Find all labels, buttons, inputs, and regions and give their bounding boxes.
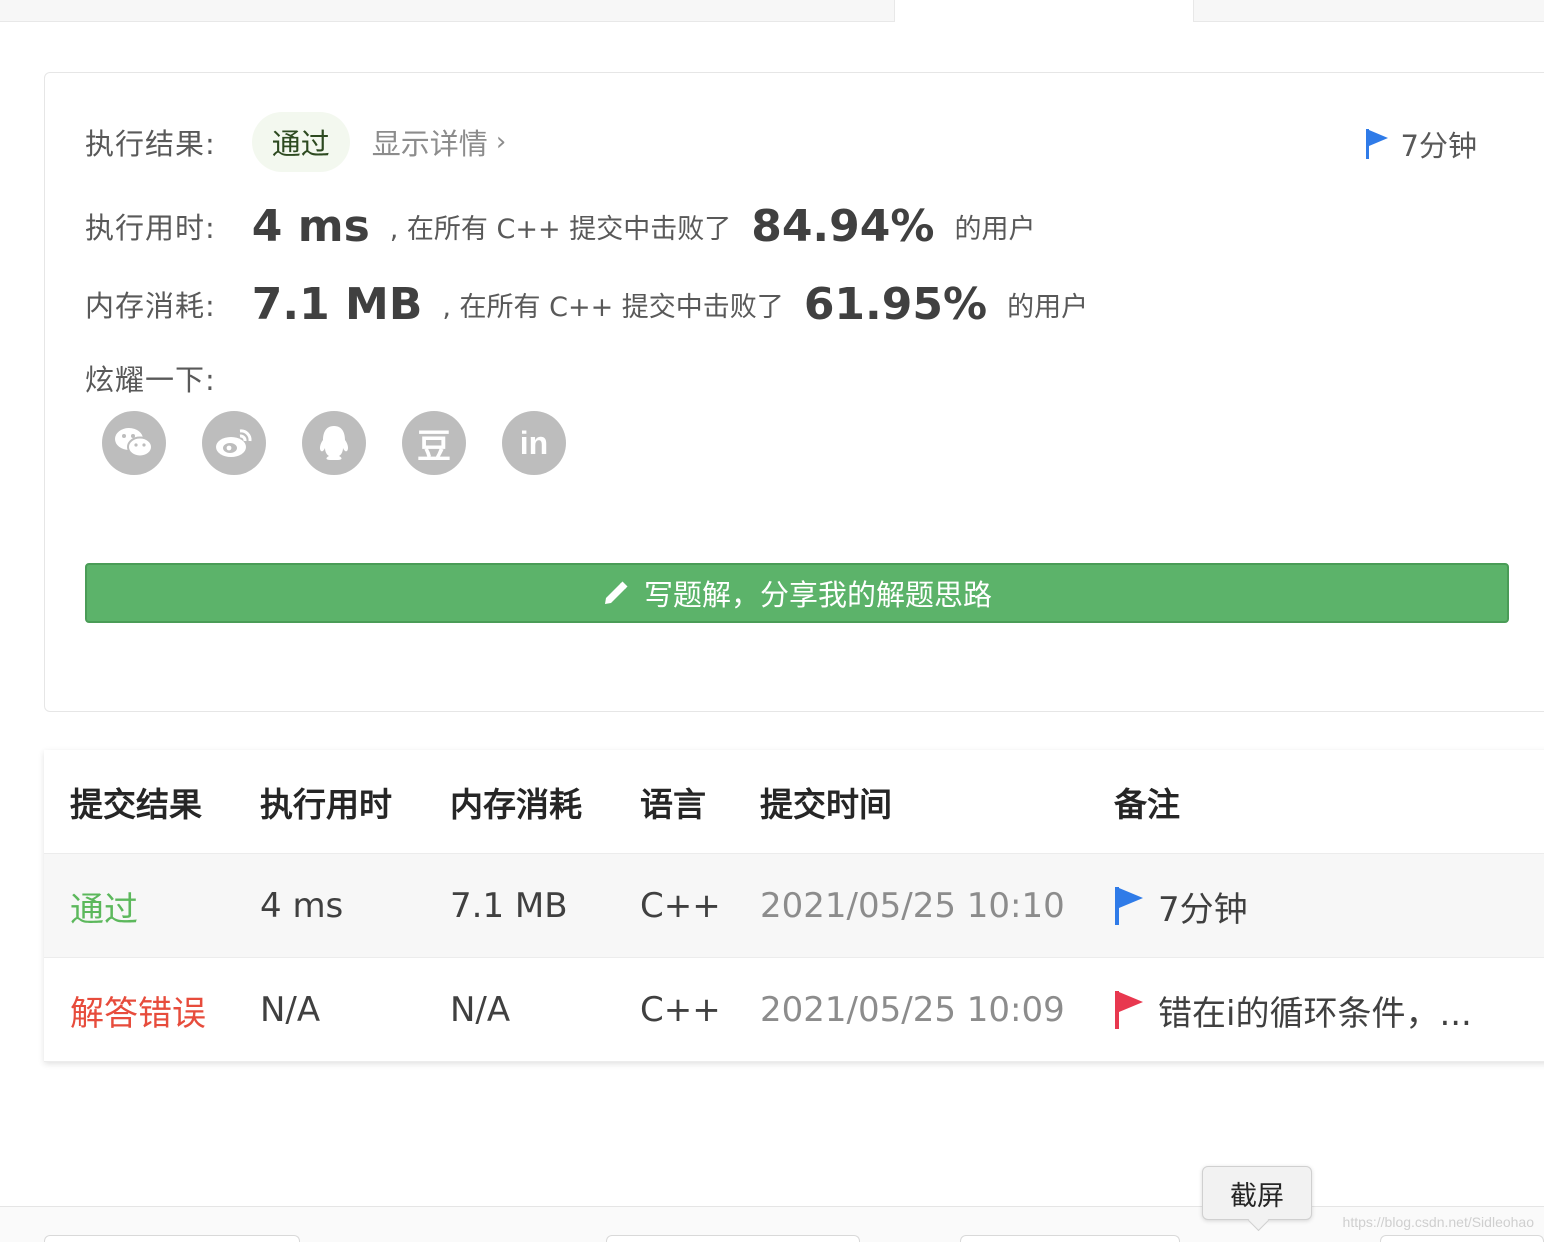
screenshot-tooltip: 截屏 xyxy=(1202,1166,1312,1220)
row-memory: N/A xyxy=(450,990,511,1030)
toolbar-button[interactable] xyxy=(44,1235,300,1242)
row-note[interactable]: 7分钟 xyxy=(1114,854,1248,958)
row-note-text: 错在i的循环条件，... xyxy=(1158,993,1472,1034)
row-memory: 7.1 MB xyxy=(450,886,568,926)
show-details-label: 显示详情 xyxy=(371,127,488,161)
submissions-table: 提交结果 执行用时 内存消耗 语言 提交时间 备注 通过 4 ms 7.1 MB… xyxy=(44,750,1544,1062)
runtime-beat-text: , 在所有 C++ 提交中击败了 xyxy=(389,213,732,245)
note-flag-label: 7分钟 xyxy=(1400,129,1477,163)
runtime-value: 4 ms xyxy=(251,200,370,252)
header-language: 语言 xyxy=(640,785,706,824)
wechat-icon[interactable] xyxy=(102,411,166,475)
share-icons: 豆 in xyxy=(102,411,602,475)
header-runtime: 执行用时 xyxy=(260,785,392,824)
bottom-toolbar xyxy=(0,1206,1544,1242)
write-solution-button[interactable]: 写题解，分享我的解题思路 xyxy=(85,563,1509,623)
memory-beat-text: , 在所有 C++ 提交中击败了 xyxy=(442,291,784,323)
row-submit-time: 2021/05/25 10:09 xyxy=(760,990,1065,1030)
header-status: 提交结果 xyxy=(70,785,202,824)
header-memory: 内存消耗 xyxy=(450,785,582,824)
result-label: 执行结果: xyxy=(85,127,216,161)
row-language: C++ xyxy=(640,886,721,926)
pencil-icon xyxy=(604,581,628,604)
share-label: 炫耀一下: xyxy=(85,363,216,397)
chevron-right-icon: › xyxy=(495,127,507,157)
runtime-tail-text: 的用户 xyxy=(954,213,1036,245)
tab-right[interactable] xyxy=(1193,0,1544,22)
weibo-icon[interactable] xyxy=(202,411,266,475)
row-language: C++ xyxy=(640,990,721,1030)
toolbar-button[interactable] xyxy=(960,1235,1180,1242)
flag-icon xyxy=(1365,129,1388,159)
douban-icon[interactable]: 豆 xyxy=(402,411,466,475)
top-tab-strip xyxy=(0,0,1544,22)
runtime-label: 执行用时: xyxy=(85,211,216,245)
row-status-link[interactable]: 解答错误 xyxy=(70,958,206,1062)
toolbar-button[interactable] xyxy=(1380,1235,1544,1242)
row-note-text: 7分钟 xyxy=(1158,889,1248,930)
table-row[interactable]: 解答错误 N/A N/A C++ 2021/05/25 10:09 错在i的循环… xyxy=(44,958,1544,1062)
row-runtime: 4 ms xyxy=(260,886,344,926)
write-solution-label: 写题解，分享我的解题思路 xyxy=(643,578,992,612)
show-details-link[interactable]: 显示详情 › xyxy=(372,121,506,163)
row-submit-time: 2021/05/25 10:10 xyxy=(760,886,1065,926)
memory-tail-text: 的用户 xyxy=(1007,291,1089,323)
share-row: 炫耀一下: xyxy=(85,353,216,403)
memory-value: 7.1 MB xyxy=(251,278,423,330)
runtime-percentile: 84.94% xyxy=(751,200,935,252)
row-status-link[interactable]: 通过 xyxy=(70,854,138,958)
watermark: https://blog.csdn.net/Sidleohao xyxy=(1342,1214,1534,1230)
table-row[interactable]: 通过 4 ms 7.1 MB C++ 2021/05/25 10:10 7分钟 xyxy=(44,854,1544,958)
flag-icon xyxy=(1115,887,1143,925)
header-note: 备注 xyxy=(1114,785,1180,824)
tab-active[interactable] xyxy=(895,0,1193,22)
qq-icon[interactable] xyxy=(302,411,366,475)
submission-result-card: 执行结果: 通过 显示详情 › 7分钟 执行用时: 4 ms , 在所有 C++… xyxy=(44,72,1544,712)
runtime-row: 执行用时: 4 ms , 在所有 C++ 提交中击败了 84.94% 的用户 xyxy=(85,193,1035,259)
tab-left[interactable] xyxy=(0,0,895,22)
table-header: 提交结果 执行用时 内存消耗 语言 提交时间 备注 xyxy=(44,750,1544,854)
linkedin-glyph: in xyxy=(519,424,549,461)
note-flag[interactable]: 7分钟 xyxy=(1365,123,1477,165)
memory-percentile: 61.95% xyxy=(803,278,988,330)
header-submit-time: 提交时间 xyxy=(760,785,892,824)
flag-icon xyxy=(1115,991,1143,1029)
douban-glyph: 豆 xyxy=(417,426,451,467)
row-runtime: N/A xyxy=(260,990,321,1030)
toolbar-button[interactable] xyxy=(606,1235,860,1242)
result-status-badge: 通过 xyxy=(251,112,350,172)
memory-label: 内存消耗: xyxy=(85,289,216,323)
row-note[interactable]: 错在i的循环条件，... xyxy=(1114,958,1472,1062)
result-row: 执行结果: 通过 显示详情 › xyxy=(85,111,506,173)
memory-row: 内存消耗: 7.1 MB , 在所有 C++ 提交中击败了 61.95% 的用户 xyxy=(85,271,1088,337)
linkedin-icon[interactable]: in xyxy=(502,411,566,475)
